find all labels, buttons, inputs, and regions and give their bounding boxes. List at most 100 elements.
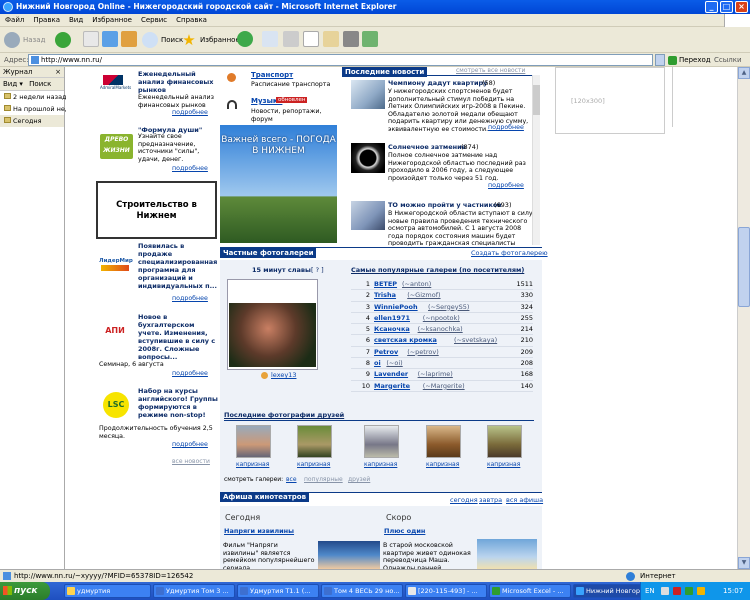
tray-icon[interactable] [685, 587, 693, 595]
address-dropdown[interactable] [655, 54, 665, 66]
all-news-link[interactable]: все новости [172, 458, 210, 465]
gallery-owner-link[interactable]: (~Gizmof) [407, 290, 440, 301]
gallery-name-link[interactable]: WinniePooh [374, 302, 418, 313]
vertical-scrollbar[interactable]: ▲ ▼ [737, 67, 750, 569]
taskbar-item[interactable]: Microsoft Excel - ... [489, 584, 571, 598]
gallery-owner-link[interactable]: (~ksanochka) [418, 324, 463, 335]
view-popular-link[interactable]: популярные [304, 476, 343, 483]
gallery-owner-link[interactable]: (~anton) [402, 279, 431, 290]
friend-photo[interactable] [236, 425, 271, 458]
movie2-link[interactable]: Плюс один [384, 527, 425, 535]
more-link[interactable]: подробнее [172, 441, 208, 448]
all-news-link[interactable]: смотреть все новости [456, 67, 525, 74]
start-button[interactable]: пуск [0, 582, 50, 600]
today-link[interactable]: сегодня [450, 496, 478, 504]
gallery-name-link[interactable]: Margerite [374, 381, 410, 392]
more-link[interactable]: подробнее [172, 370, 208, 377]
gallery-owner-link[interactable]: (~svetskaya) [454, 335, 497, 346]
movie2-poster[interactable] [477, 539, 537, 569]
tab-cinema[interactable]: Афиша кинотеатров [220, 492, 309, 502]
taskbar-item[interactable]: Удмуртия Том 3 ... [153, 584, 235, 598]
transport-link[interactable]: Транспорт [251, 71, 293, 79]
mail-icon[interactable] [262, 31, 278, 47]
minimize-button[interactable]: _ [705, 1, 718, 13]
gallery-name-link[interactable]: Petrov [374, 347, 398, 358]
weather-banner[interactable]: Важней всего - ПОГОДА В НИЖНЕМ [220, 125, 337, 243]
favorites-button[interactable]: ★ Избранное [181, 31, 240, 49]
gallery-owner-link[interactable]: (~Margerite) [423, 381, 465, 392]
home-icon[interactable] [121, 31, 137, 47]
taskbar-item-active[interactable]: Нижний Новгоро... [573, 584, 643, 598]
friend-photo[interactable] [297, 425, 332, 458]
taskbar-item[interactable]: [220-115-493] - ... [405, 584, 487, 598]
friend-photo[interactable] [487, 425, 522, 458]
ad1-title[interactable]: Еженедельный анализ финансовых рынков [138, 70, 216, 94]
friend-name[interactable]: капризная [297, 461, 330, 468]
scroll-up-button[interactable]: ▲ [738, 67, 750, 79]
tomorrow-link[interactable]: завтра [479, 496, 502, 504]
friend-name[interactable]: капризная [364, 461, 397, 468]
back-button[interactable]: Назад [4, 31, 45, 49]
friend-photo[interactable] [364, 425, 399, 458]
gallery-name-link[interactable]: ВЕТЕР [374, 279, 397, 290]
fame-help[interactable]: [ ? ] [311, 266, 324, 274]
more-link[interactable]: подробнее [172, 165, 208, 172]
friend-name[interactable]: капризная [426, 461, 459, 468]
news1-title[interactable]: Чемпиону дадут квартиру [388, 79, 487, 87]
go-button[interactable]: Переход [668, 53, 711, 67]
tray-icon[interactable] [661, 587, 669, 595]
gallery-name-link[interactable]: Trisha [374, 290, 396, 301]
fame-user-link[interactable]: lexey13 [271, 371, 296, 379]
taskbar-item[interactable]: Том 4 ВЕСЬ 29 но... [321, 584, 403, 598]
create-gallery-link[interactable]: Создать фотогалерею [471, 249, 548, 257]
more-link[interactable]: подробнее [488, 124, 524, 131]
discuss-icon[interactable] [323, 31, 339, 47]
construction-banner[interactable]: Строительство в Нижнем [96, 181, 217, 239]
tray-icon[interactable] [697, 587, 705, 595]
history-item[interactable]: На прошлой неделе [0, 103, 82, 115]
language-indicator[interactable]: EN [645, 582, 655, 600]
history-item[interactable]: Сегодня [0, 115, 64, 127]
scroll-thumb[interactable] [738, 227, 750, 307]
gallery-name-link[interactable]: ellen1971 [374, 313, 410, 324]
view-all-link[interactable]: все [286, 476, 297, 483]
fame-photo[interactable] [229, 303, 316, 367]
menu-help[interactable]: Справка [176, 14, 207, 26]
more-link[interactable]: подробнее [488, 182, 524, 189]
news1-photo[interactable] [351, 80, 385, 109]
ad5-title[interactable]: Набор на курсы английского! Группы форми… [138, 387, 218, 419]
friend-name[interactable]: капризная [487, 461, 520, 468]
window-titlebar[interactable]: Нижний Новгород Online - Нижегородский г… [0, 0, 750, 14]
news2-photo[interactable] [351, 143, 385, 173]
scroll-down-button[interactable]: ▼ [738, 557, 750, 569]
gallery-owner-link[interactable]: (~oi) [386, 358, 402, 369]
print-icon[interactable] [283, 31, 299, 47]
friend-photo[interactable] [426, 425, 461, 458]
gallery-name-link[interactable]: Lavender [374, 369, 408, 380]
gallery-name-link[interactable]: Ксаночка [374, 324, 410, 335]
history-view-button[interactable]: Вид [3, 80, 17, 88]
history-search-button[interactable]: Поиск [29, 80, 51, 88]
friend-name[interactable]: капризная [236, 461, 269, 468]
gallery-owner-link[interactable]: (~SergeyS5) [428, 302, 469, 313]
menu-tools[interactable]: Сервис [141, 14, 167, 26]
close-panel-icon[interactable]: × [55, 67, 61, 78]
history-icon[interactable] [237, 31, 253, 47]
movie1-poster[interactable] [318, 541, 380, 569]
taskbar-item[interactable]: удмуртия [64, 584, 151, 598]
links-button[interactable]: Ссылки [714, 53, 742, 67]
more-link[interactable]: подробнее [172, 109, 208, 116]
refresh-icon[interactable] [102, 31, 118, 47]
news3-photo[interactable] [351, 201, 385, 230]
more-link[interactable]: подробнее [172, 295, 208, 302]
news2-title[interactable]: Солнечное затмение [388, 143, 466, 151]
stop-icon[interactable] [83, 31, 99, 47]
edit-icon[interactable] [303, 31, 319, 47]
gallery-name-link[interactable]: светская кромка [374, 335, 437, 346]
menu-edit[interactable]: Правка [33, 14, 60, 26]
friends-photos-title[interactable]: Последние фотографии друзей [224, 411, 344, 419]
messenger-icon[interactable] [362, 31, 378, 47]
research-icon[interactable] [343, 31, 359, 47]
gallery-owner-link[interactable]: (~petrov) [407, 347, 439, 358]
menu-favorites[interactable]: Избранное [92, 14, 132, 26]
